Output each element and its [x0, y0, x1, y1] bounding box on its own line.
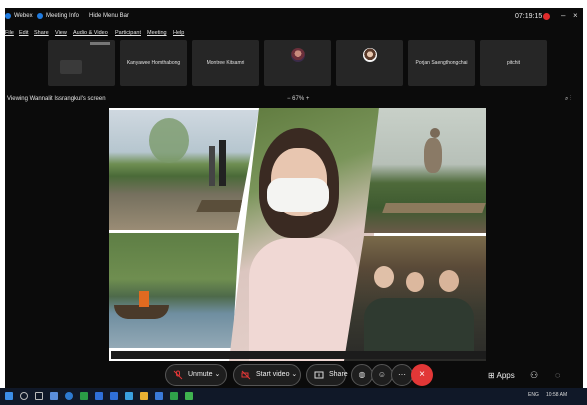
participant-name: Kanyawee Homthabong — [126, 60, 181, 66]
meeting-info-link[interactable]: Meeting Info — [46, 13, 79, 19]
zoom-level: 67% — [292, 96, 305, 102]
photo-boat — [109, 233, 239, 348]
apps-button[interactable]: ⊞ Apps — [488, 371, 515, 380]
participant-tile[interactable] — [336, 40, 403, 86]
unmute-button[interactable]: Unmute ⌄ — [165, 364, 227, 386]
participant-tile[interactable]: Kanyawee Homthabong — [120, 40, 187, 86]
participant-name: pitchit — [506, 60, 521, 66]
avatar — [291, 48, 305, 62]
system-clock[interactable]: 10:58 AM — [546, 392, 567, 398]
menu-help[interactable]: Help — [173, 30, 184, 36]
viewing-label: Viewing Wannalit Issrangkul's screen — [7, 96, 106, 102]
menu-participant[interactable]: Participant — [115, 30, 141, 36]
apps-label: Apps — [496, 371, 515, 380]
edge-icon[interactable] — [65, 392, 73, 400]
camera-off-icon — [60, 60, 82, 74]
start-icon[interactable] — [5, 392, 13, 400]
folder-icon[interactable] — [140, 392, 148, 400]
zoom-in-icon[interactable]: + — [306, 96, 310, 102]
photo-group — [344, 236, 486, 361]
app-icon[interactable] — [185, 392, 193, 400]
participant-name: Montree Kitsamri — [206, 60, 245, 66]
share-screen-icon — [314, 371, 324, 379]
webex-icon — [5, 13, 11, 19]
participant-tile[interactable] — [48, 40, 115, 86]
more-options-icon[interactable]: ⋯ — [391, 364, 413, 386]
meeting-timer: 07:19:15 — [515, 13, 543, 20]
menu-share[interactable]: Share — [34, 30, 49, 36]
app-title: Webex — [14, 13, 33, 19]
video-off-icon — [241, 370, 251, 380]
menu-view[interactable]: View — [55, 30, 67, 36]
mic-muted-icon — [173, 370, 183, 380]
start-video-label: Start video — [256, 371, 290, 378]
self-view-label — [90, 42, 110, 45]
share-label: Share — [329, 371, 348, 378]
record-icon — [543, 13, 550, 20]
participants-icon[interactable]: ⚇ — [530, 370, 538, 381]
participant-tile[interactable]: Porjan Saengthongchai — [408, 40, 475, 86]
shared-screen — [109, 108, 486, 361]
webex-window: Webex Meeting Info Hide Menu Bar 07:19:1… — [5, 8, 583, 396]
title-bar: Webex Meeting Info Hide Menu Bar 07:19:1… — [5, 8, 583, 26]
reactions-icon[interactable]: ☺ — [371, 364, 393, 386]
language-indicator[interactable]: ENG — [528, 392, 539, 398]
task-view-icon[interactable] — [35, 392, 43, 400]
search-icon[interactable]: ⌕ ⋮ — [565, 96, 572, 103]
zoom-control[interactable]: − 67% + — [287, 96, 309, 102]
menu-file[interactable]: File — [5, 30, 14, 36]
menu-bar: File Edit Share View Audio & Video Parti… — [5, 28, 583, 40]
search-icon[interactable] — [20, 392, 28, 400]
app-icon[interactable] — [125, 392, 133, 400]
share-button[interactable]: Share — [306, 364, 348, 386]
unmute-label: Unmute — [188, 371, 213, 378]
avatar — [363, 48, 377, 62]
participant-name: Porjan Saengthongchai — [415, 60, 468, 66]
info-icon[interactable] — [37, 13, 43, 19]
menu-edit[interactable]: Edit — [19, 30, 28, 36]
app-icon[interactable] — [155, 392, 163, 400]
webex-taskbar-icon[interactable] — [170, 392, 178, 400]
participant-tile[interactable] — [264, 40, 331, 86]
start-video-button[interactable]: Start video ⌄ — [233, 364, 301, 386]
participant-tile[interactable]: Montree Kitsamri — [192, 40, 259, 86]
menu-meeting[interactable]: Meeting — [147, 30, 167, 36]
photo-riverbank — [109, 110, 259, 230]
app-icon[interactable] — [95, 392, 103, 400]
windows-taskbar: ENG 10:58 AM — [0, 388, 587, 405]
minimize-icon[interactable]: – — [561, 11, 565, 20]
recorder-icon[interactable]: ◍ — [351, 364, 373, 386]
hide-menu-bar-button[interactable]: Hide Menu Bar — [89, 13, 129, 19]
leave-meeting-button[interactable]: × — [411, 364, 433, 386]
app-icon[interactable] — [110, 392, 118, 400]
app-icon[interactable] — [50, 392, 58, 400]
close-icon[interactable]: × — [573, 11, 578, 20]
app-icon[interactable] — [80, 392, 88, 400]
menu-audio-video[interactable]: Audio & Video — [73, 30, 108, 36]
participant-tile[interactable]: pitchit — [480, 40, 547, 86]
chat-icon[interactable]: ◌ — [555, 370, 560, 380]
photo-heron — [364, 108, 486, 233]
shared-taskbar — [111, 351, 486, 359]
